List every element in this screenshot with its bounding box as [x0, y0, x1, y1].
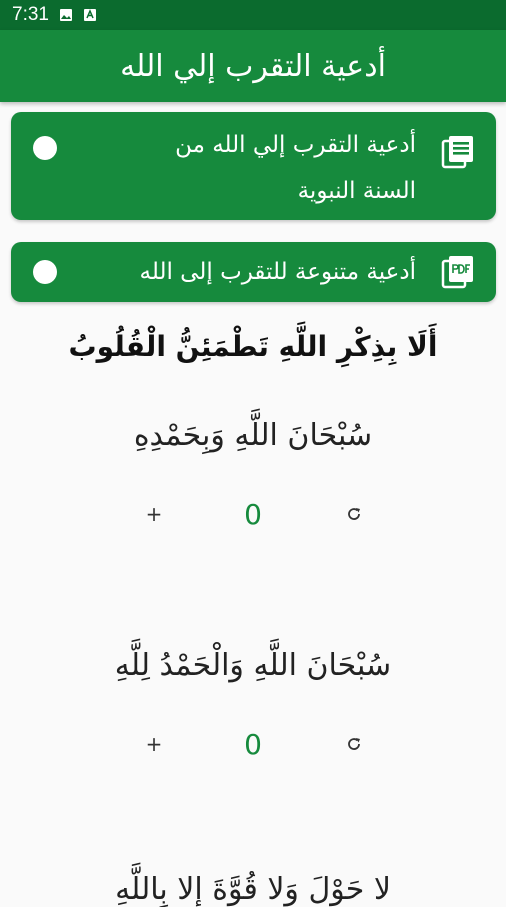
increment-button[interactable]: + [142, 732, 166, 756]
dhikr-counter: + 0 [0, 728, 506, 768]
app-bar: أدعية التقرب إلي الله [0, 30, 506, 102]
option-radio[interactable] [33, 260, 57, 284]
reset-icon[interactable] [344, 734, 364, 754]
status-time: 7:31 [12, 4, 49, 25]
reset-icon[interactable] [344, 504, 364, 524]
dhikr-counter: + 0 [0, 498, 506, 538]
app-notification-icon [83, 8, 97, 22]
dhikr-text: سُبْحَانَ اللَّهِ وَبِحَمْدِهِ [133, 418, 373, 453]
image-icon [59, 8, 73, 22]
increment-button[interactable]: + [142, 502, 166, 526]
app-title: أدعية التقرب إلي الله [120, 48, 386, 84]
option-radio[interactable] [33, 136, 57, 160]
dhikr-text: لا حَوْلَ وَلا قُوَّةَ إِلا بِاللَّهِ [115, 872, 391, 907]
option-label: أدعية التقرب إلي الله من السنة النبوية [175, 132, 416, 204]
quran-verse: أَلَا بِذِكْرِ اللَّهِ تَطْمَئِنُّ الْقُ… [68, 330, 438, 363]
option-card-sunnah-duas[interactable]: أدعية التقرب إلي الله من السنة النبوية [11, 112, 496, 220]
option-card-various-duas[interactable]: أدعية متنوعة للتقرب إلى الله [11, 242, 496, 302]
book-list-icon [440, 134, 476, 170]
pdf-icon [440, 254, 476, 290]
count-value: 0 [244, 728, 262, 761]
dhikr-text: سُبْحَانَ اللَّهِ وَالْحَمْدُ لِلَّهِ [114, 648, 392, 683]
option-label: أدعية متنوعة للتقرب إلى الله [139, 259, 416, 285]
count-value: 0 [244, 498, 262, 531]
status-bar: 7:31 [0, 0, 506, 30]
